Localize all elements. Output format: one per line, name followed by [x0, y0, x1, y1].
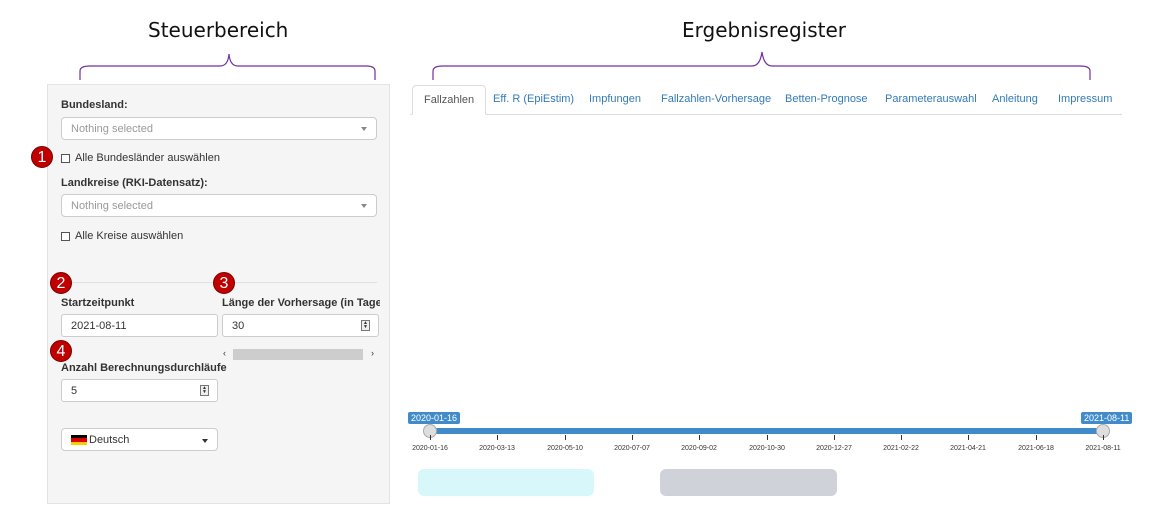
- slider-tick: [767, 435, 768, 440]
- runs-value: 5: [71, 385, 78, 397]
- slider-tick-label: 2021-06-18: [1018, 445, 1054, 452]
- slider-max-label: 2021-08-11: [1081, 412, 1133, 424]
- slider-tick: [565, 435, 566, 440]
- slider-min-label: 2020-01-16: [408, 412, 461, 424]
- tab-impressum[interactable]: Impressum: [1058, 85, 1112, 114]
- start-date-label: Startzeitpunkt: [61, 297, 135, 309]
- action-button-primary[interactable]: [418, 469, 594, 496]
- chevron-down-icon: [202, 439, 208, 443]
- tab-parameterauswahl[interactable]: Parameterauswahl: [885, 85, 977, 114]
- slider-tick-label: 2020-03-13: [479, 445, 515, 452]
- bundesland-label: Bundesland:: [61, 99, 128, 111]
- marker-2-badge: 2: [50, 272, 72, 294]
- landkreise-select[interactable]: Nothing selected: [61, 194, 377, 217]
- bundesland-placeholder: Nothing selected: [71, 123, 153, 135]
- action-button-secondary[interactable]: [660, 469, 837, 496]
- runs-input[interactable]: 5 ▲ ▼: [61, 379, 218, 402]
- scroll-right-icon[interactable]: ›: [371, 348, 374, 358]
- slider-tick: [1036, 435, 1037, 440]
- spinner-icon[interactable]: ▲ ▼: [361, 320, 370, 331]
- slider-tick-label: 2021-02-22: [883, 445, 919, 452]
- marker-3-badge: 3: [213, 272, 235, 294]
- slider-tick-label: 2020-05-10: [547, 445, 583, 452]
- language-dropdown[interactable]: Deutsch: [61, 428, 218, 451]
- slider-tick: [834, 435, 835, 440]
- slider-tick: [1103, 435, 1104, 440]
- tab-betten-prognose[interactable]: Betten-Prognose: [785, 85, 868, 114]
- slider-tick-label: 2021-04-21: [950, 445, 986, 452]
- all-states-checkbox[interactable]: [61, 153, 70, 163]
- all-states-label: Alle Bundesländer auswählen: [75, 152, 220, 164]
- german-flag-icon: [71, 435, 87, 445]
- landkreise-placeholder: Nothing selected: [71, 200, 153, 212]
- all-districts-checkbox-row[interactable]: Alle Kreise auswählen: [61, 230, 183, 242]
- landkreise-label: Landkreise (RKI-Datensatz):: [61, 177, 208, 189]
- all-states-checkbox-row[interactable]: Alle Bundesländer auswählen: [61, 152, 220, 164]
- slider-tick: [430, 435, 431, 440]
- start-date-input[interactable]: 2021-08-11: [61, 314, 218, 337]
- slider-tick-label: 2021-08-11: [1085, 445, 1121, 452]
- date-range-slider-bar[interactable]: [429, 428, 1105, 434]
- marker-4-badge: 4: [50, 340, 72, 362]
- all-districts-label: Alle Kreise auswählen: [75, 230, 184, 242]
- forecast-length-input[interactable]: 30 ▲ ▼: [222, 314, 379, 337]
- all-districts-checkbox[interactable]: [61, 231, 70, 241]
- horizontal-scrollbar[interactable]: ‹ ›: [223, 348, 380, 361]
- scroll-thumb[interactable]: [233, 349, 363, 360]
- chevron-down-icon: [361, 127, 367, 131]
- slider-tick: [901, 435, 902, 440]
- language-value: Deutsch: [89, 434, 130, 446]
- forecast-length-value: 30: [232, 320, 245, 332]
- slider-tick-label: 2020-12-27: [816, 445, 852, 452]
- runs-label: Anzahl Berechnungsdurchläufe: [61, 362, 227, 374]
- marker-1-badge: 1: [31, 146, 53, 168]
- forecast-length-label: Länge der Vorhersage (in Tagen: [222, 297, 380, 309]
- results-tabs: Fallzahlen Eff. R (EpiEstim) Impfungen F…: [410, 85, 1122, 115]
- tab-fallzahlen[interactable]: Fallzahlen: [412, 85, 487, 115]
- slider-tick-label: 2020-10-30: [749, 445, 785, 452]
- scroll-left-icon[interactable]: ‹: [223, 348, 226, 358]
- bundesland-select[interactable]: Nothing selected: [61, 117, 377, 140]
- annotation-brackets: [79, 51, 1091, 80]
- slider-tick: [968, 435, 969, 440]
- spinner-icon[interactable]: ▲ ▼: [200, 385, 209, 396]
- slider-tick-label: 2020-09-02: [681, 445, 717, 452]
- results-area-bracket: [432, 51, 1091, 80]
- slider-tick: [699, 435, 700, 440]
- control-area-bracket: [79, 53, 376, 80]
- tab-eff-r[interactable]: Eff. R (EpiEstim): [493, 85, 574, 114]
- chevron-down-icon: [361, 204, 367, 208]
- tab-impfungen[interactable]: Impfungen: [589, 85, 641, 114]
- tab-fallzahlen-vorhersage[interactable]: Fallzahlen-Vorhersage: [661, 85, 771, 114]
- tab-anleitung[interactable]: Anleitung: [992, 85, 1038, 114]
- slider-tick-label: 2020-07-07: [614, 445, 650, 452]
- slider-tick: [632, 435, 633, 440]
- start-date-value: 2021-08-11: [71, 320, 127, 332]
- slider-tick-label: 2020-01-16: [412, 445, 448, 452]
- slider-tick: [497, 435, 498, 440]
